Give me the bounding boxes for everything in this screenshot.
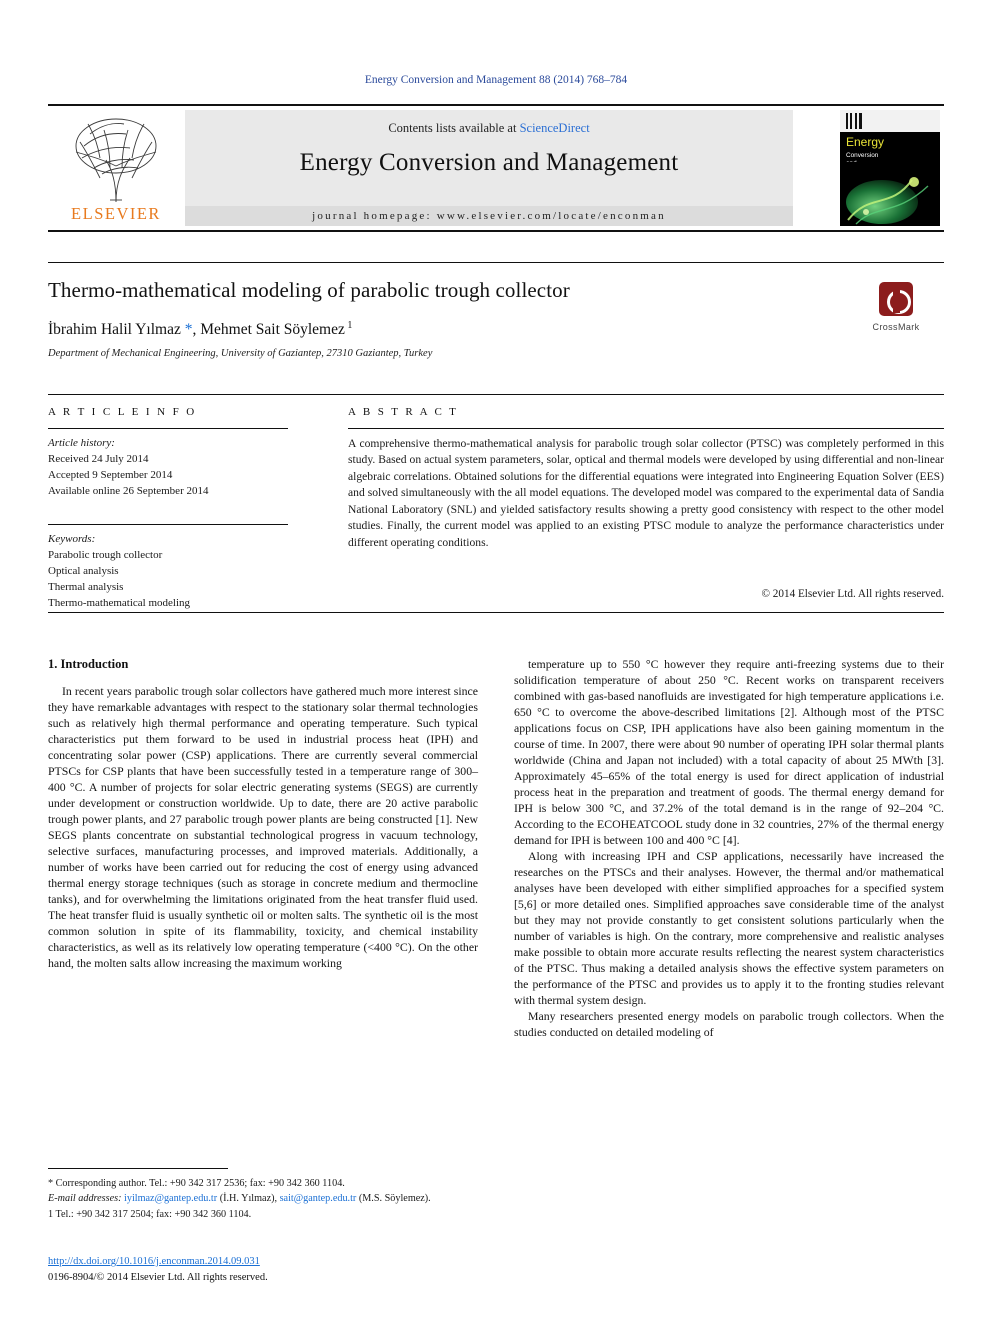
email-owner-1: (İ.H. Yılmaz), [219, 1193, 278, 1205]
keyword-item: Parabolic trough collector [48, 548, 163, 561]
paragraph: temperature up to 550 °C however they re… [514, 657, 944, 847]
abstract-rule [348, 428, 944, 429]
article-history: Article history: Received 24 July 2014 A… [48, 436, 293, 500]
keywords-rule [48, 524, 288, 525]
copyright-line: 0196-8904/© 2014 Elsevier Ltd. All right… [48, 1271, 268, 1283]
cover-header-strip [840, 110, 940, 132]
footnote-emails: E-mail addresses: iyilmaz@gantep.edu.tr … [48, 1191, 478, 1206]
author-list: İbrahim Halil Yılmaz *, Mehmet Sait Söyl… [48, 320, 808, 339]
journal-title: Energy Conversion and Management [299, 149, 679, 176]
elsevier-wordmark: ELSEVIER [71, 204, 161, 223]
cover-artwork [840, 162, 940, 226]
article-info-heading: A R T I C L E I N F O [48, 406, 197, 418]
info-divider-bottom [48, 612, 944, 613]
running-head: Energy Conversion and Management 88 (201… [364, 74, 628, 86]
page-title: Thermo-mathematical modeling of paraboli… [48, 278, 570, 302]
info-rule [48, 428, 288, 429]
journal-homepage[interactable]: journal homepage: www.elsevier.com/locat… [185, 206, 793, 226]
history-accepted: Accepted 9 September 2014 [48, 468, 173, 481]
paragraph: Many researchers presented energy models… [514, 1008, 944, 1039]
email-link-2[interactable]: sait@gantep.edu.tr [280, 1193, 357, 1204]
cover-code-icon [846, 113, 862, 129]
keywords-block: Keywords: Parabolic trough collector Opt… [48, 532, 293, 612]
contents-line: Contents lists available at ScienceDirec… [185, 121, 793, 136]
crossmark-label: CrossMark [872, 322, 920, 332]
author-two-footnote-marker: 1 [344, 320, 353, 331]
elsevier-logo: ELSEVIER [52, 110, 180, 226]
keyword-item: Thermo-mathematical modeling [48, 596, 191, 609]
crossmark-icon [879, 282, 913, 316]
history-available: Available online 26 September 2014 [48, 484, 209, 497]
paper-page: Energy Conversion and Management 88 (201… [0, 0, 992, 1323]
title-divider [48, 262, 944, 263]
contents-prefix: Contents lists available at [388, 121, 520, 135]
keyword-item: Thermal analysis [48, 580, 124, 593]
history-label: Article history: [48, 437, 115, 449]
corresponding-marker: * [180, 321, 193, 339]
cover-title: Energy [846, 135, 885, 149]
author-two: Mehmet Sait Söylemez [200, 321, 345, 339]
footnote-corresponding: * Corresponding author. Tel.: +90 342 31… [48, 1178, 345, 1189]
body-column-right: temperature up to 550 °C however they re… [514, 657, 944, 1041]
email-owner-2: (M.S. Söylemez). [358, 1193, 431, 1205]
journal-masthead: ELSEVIER Contents lists available at Sci… [48, 104, 944, 232]
abstract-rights: © 2014 Elsevier Ltd. All rights reserved… [761, 588, 945, 600]
abstract-heading: A B S T R A C T [348, 406, 459, 418]
footnote-divider [48, 1168, 228, 1169]
keyword-item: Optical analysis [48, 564, 119, 577]
crossmark-badge[interactable]: CrossMark [850, 282, 942, 332]
paragraph: Along with increasing IPH and CSP applic… [514, 848, 944, 1007]
paragraph: In recent years parabolic trough solar c… [48, 684, 478, 970]
cover-body: Energy ConversionandManagement [840, 132, 940, 226]
email-link-1[interactable]: iyilmaz@gantep.edu.tr [124, 1193, 217, 1204]
history-received: Received 24 July 2014 [48, 452, 149, 465]
body-column-left: In recent years parabolic trough solar c… [48, 684, 478, 972]
section-title-introduction: 1. Introduction [48, 657, 129, 671]
doi-link[interactable]: http://dx.doi.org/10.1016/j.enconman.201… [48, 1256, 260, 1267]
footnotes: * Corresponding author. Tel.: +90 342 31… [48, 1176, 478, 1222]
footer-block: http://dx.doi.org/10.1016/j.enconman.201… [48, 1254, 478, 1286]
sciencedirect-link[interactable]: ScienceDirect [520, 121, 590, 135]
affiliation: Department of Mechanical Engineering, Un… [48, 348, 433, 359]
author-one: İbrahim Halil Yılmaz [48, 321, 181, 339]
journal-cover-thumbnail: Energy ConversionandManagement [840, 110, 940, 226]
keywords-label: Keywords: [48, 533, 96, 545]
abstract-text: A comprehensive thermo-mathematical anal… [348, 437, 944, 549]
info-divider-top [48, 394, 944, 395]
elsevier-tree-icon [75, 118, 157, 203]
masthead-center: Contents lists available at ScienceDirec… [185, 110, 793, 226]
footnote-note-1: 1 Tel.: +90 342 317 2504; fax: +90 342 3… [48, 1208, 252, 1220]
email-label: E-mail addresses: [48, 1193, 122, 1205]
